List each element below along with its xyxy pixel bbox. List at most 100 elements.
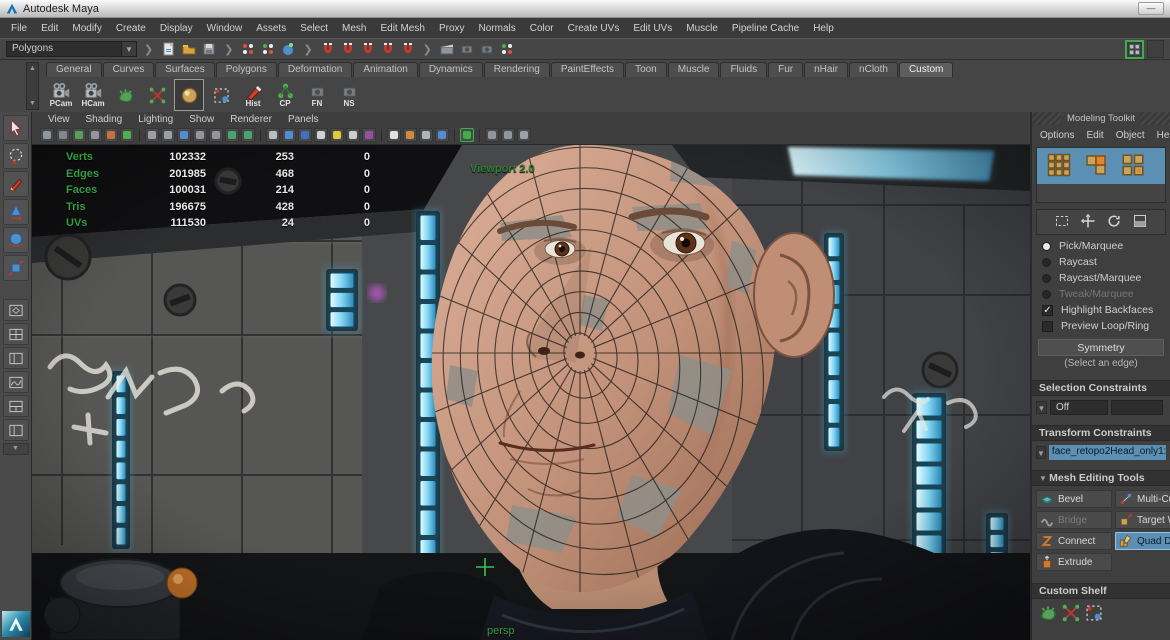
viewport-toolbar-icon-31[interactable] bbox=[501, 128, 515, 142]
menu-pipeline-cache[interactable]: Pipeline Cache bbox=[725, 20, 806, 37]
shelf-button-hist[interactable]: Hist bbox=[238, 79, 268, 111]
radio-dot-icon[interactable] bbox=[1042, 258, 1051, 267]
shelf-button-fn[interactable]: FN bbox=[302, 79, 332, 111]
viewport-toolbar-icon-7[interactable] bbox=[145, 128, 159, 142]
viewport-menu-shading[interactable]: Shading bbox=[78, 114, 131, 125]
chevron-down-icon[interactable]: ▼ bbox=[122, 41, 137, 57]
snap-curve-icon[interactable] bbox=[259, 40, 277, 58]
menu-edit[interactable]: Edit bbox=[34, 20, 65, 37]
mesh-tool-connect[interactable]: Connect bbox=[1036, 532, 1112, 550]
ipr-render-icon[interactable] bbox=[478, 40, 496, 58]
move-component-icon[interactable] bbox=[1080, 213, 1096, 232]
custom-shelf-header[interactable]: Custom Shelf bbox=[1032, 583, 1170, 599]
viewport-toolbar-icon-24[interactable] bbox=[403, 128, 417, 142]
viewport-toolbar-icon-20[interactable] bbox=[346, 128, 360, 142]
menu-help[interactable]: Help bbox=[806, 20, 841, 37]
viewport-toolbar-icon-3[interactable] bbox=[88, 128, 102, 142]
shelf-tab-fluids[interactable]: Fluids bbox=[720, 62, 767, 77]
layout-hypergraph[interactable] bbox=[3, 395, 29, 417]
checkbox-icon[interactable]: ✓ bbox=[1042, 305, 1053, 316]
render-settings-icon[interactable] bbox=[498, 40, 516, 58]
mesh-tool-quad-dr[interactable]: Quad Dr bbox=[1115, 532, 1170, 550]
scale-tool[interactable] bbox=[3, 255, 29, 281]
select-tool[interactable] bbox=[3, 115, 29, 141]
viewport-toolbar-icon-13[interactable] bbox=[241, 128, 255, 142]
custom-shelf-icon-3[interactable] bbox=[1084, 603, 1104, 626]
transform-constraint-field[interactable]: face_retopo2Head_only1:Me bbox=[1049, 445, 1166, 460]
modeling-toolkit-toggle[interactable] bbox=[1125, 40, 1144, 59]
face-mode[interactable] bbox=[1121, 153, 1145, 180]
menu-edit-uvs[interactable]: Edit UVs bbox=[626, 20, 679, 37]
viewport-toolbar-icon-19[interactable] bbox=[330, 128, 344, 142]
save-scene-icon[interactable] bbox=[200, 40, 218, 58]
shelf-tab-curves[interactable]: Curves bbox=[103, 62, 155, 77]
minimize-button[interactable]: — bbox=[1138, 2, 1164, 15]
viewport-toolbar-icon-28[interactable] bbox=[460, 128, 474, 142]
menu-muscle[interactable]: Muscle bbox=[679, 20, 725, 37]
viewport-menu-view[interactable]: View bbox=[40, 114, 78, 125]
shelf-tab-polygons[interactable]: Polygons bbox=[216, 62, 277, 77]
viewport-toolbar-icon-10[interactable] bbox=[193, 128, 207, 142]
viewport-menu-lighting[interactable]: Lighting bbox=[130, 114, 181, 125]
symmetry-button[interactable]: Symmetry bbox=[1038, 339, 1164, 356]
edge-mode[interactable] bbox=[1084, 153, 1108, 180]
viewport-toolbar-icon-16[interactable] bbox=[282, 128, 296, 142]
shelf-tab-ncloth[interactable]: nCloth bbox=[849, 62, 898, 77]
viewport-toolbar-icon-21[interactable] bbox=[362, 128, 376, 142]
menu-display[interactable]: Display bbox=[153, 20, 200, 37]
shelf-tab-toon[interactable]: Toon bbox=[625, 62, 667, 77]
paint-select-tool[interactable] bbox=[3, 171, 29, 197]
menu-color[interactable]: Color bbox=[523, 20, 561, 37]
viewport-toolbar-icon-4[interactable] bbox=[104, 128, 118, 142]
shelf-tab-dynamics[interactable]: Dynamics bbox=[419, 62, 483, 77]
viewport-canvas[interactable]: Verts1023322530Edges2019854680Faces10003… bbox=[32, 145, 1030, 640]
viewport-toolbar-icon-23[interactable] bbox=[387, 128, 401, 142]
viewport-toolbar-icon-1[interactable] bbox=[56, 128, 70, 142]
menu-select[interactable]: Select bbox=[293, 20, 335, 37]
viewport-toolbar-icon-26[interactable] bbox=[435, 128, 449, 142]
constraint-expand-icon[interactable]: ▼ bbox=[1036, 401, 1047, 414]
menu-set-value[interactable]: Polygons bbox=[6, 41, 122, 57]
viewport-menu-panels[interactable]: Panels bbox=[280, 114, 327, 125]
snap-magnet-curve-icon[interactable] bbox=[339, 40, 357, 58]
viewport-toolbar-icon-15[interactable] bbox=[266, 128, 280, 142]
checkbox-highlight-backfaces[interactable]: ✓Highlight Backfaces bbox=[1032, 302, 1170, 318]
radio-raycast[interactable]: Raycast bbox=[1032, 254, 1170, 270]
toolkit-menu-options[interactable]: Options bbox=[1034, 128, 1080, 143]
mesh-tool-target-w[interactable]: Target W bbox=[1115, 511, 1170, 529]
mesh-tool-bevel[interactable]: Bevel bbox=[1036, 490, 1112, 508]
checkbox-preview-loop-ring[interactable]: Preview Loop/Ring bbox=[1032, 318, 1170, 334]
viewport-toolbar-icon-18[interactable] bbox=[314, 128, 328, 142]
render-view-icon[interactable] bbox=[438, 40, 456, 58]
shelf-button-ns[interactable]: NS bbox=[334, 79, 364, 111]
layout-single-pane[interactable] bbox=[3, 299, 29, 321]
shelf-collapse-rail[interactable]: ▲ ▼ bbox=[26, 62, 39, 110]
transform-expand-icon[interactable]: ▼ bbox=[1036, 446, 1046, 459]
viewport-menu-show[interactable]: Show bbox=[181, 114, 222, 125]
viewport-toolbar-icon-25[interactable] bbox=[419, 128, 433, 142]
menu-edit-mesh[interactable]: Edit Mesh bbox=[373, 20, 431, 37]
viewport-menu-renderer[interactable]: Renderer bbox=[222, 114, 280, 125]
menu-mesh[interactable]: Mesh bbox=[335, 20, 373, 37]
menu-create[interactable]: Create bbox=[109, 20, 153, 37]
move-tool[interactable] bbox=[3, 199, 29, 225]
shelf-up-icon[interactable]: ▲ bbox=[29, 65, 36, 72]
snap-magnet-point-icon[interactable] bbox=[359, 40, 377, 58]
layout-persp-graph[interactable] bbox=[3, 371, 29, 393]
radio-dot-icon[interactable] bbox=[1042, 274, 1051, 283]
viewport-toolbar-icon-8[interactable] bbox=[161, 128, 175, 142]
radio-pick-marquee[interactable]: Pick/Marquee bbox=[1032, 238, 1170, 254]
shelf-tab-custom[interactable]: Custom bbox=[899, 62, 953, 77]
shelf-tab-animation[interactable]: Animation bbox=[353, 62, 417, 77]
transform-constraints-header[interactable]: Transform Constraints bbox=[1032, 425, 1170, 441]
toolkit-menu-help[interactable]: Help bbox=[1151, 128, 1170, 143]
mesh-editing-tools-header[interactable]: ▼ Mesh Editing Tools bbox=[1032, 470, 1170, 486]
menu-create-uvs[interactable]: Create UVs bbox=[561, 20, 627, 37]
new-scene-icon[interactable] bbox=[160, 40, 178, 58]
group-separator[interactable]: ❯ bbox=[140, 43, 157, 56]
fill-selection-icon[interactable] bbox=[1132, 213, 1148, 232]
shelf-button-pcam[interactable]: PCam bbox=[46, 79, 76, 111]
viewport-toolbar-icon-30[interactable] bbox=[485, 128, 499, 142]
shelf-tab-deformation[interactable]: Deformation bbox=[278, 62, 352, 77]
shelf-tab-rendering[interactable]: Rendering bbox=[484, 62, 550, 77]
